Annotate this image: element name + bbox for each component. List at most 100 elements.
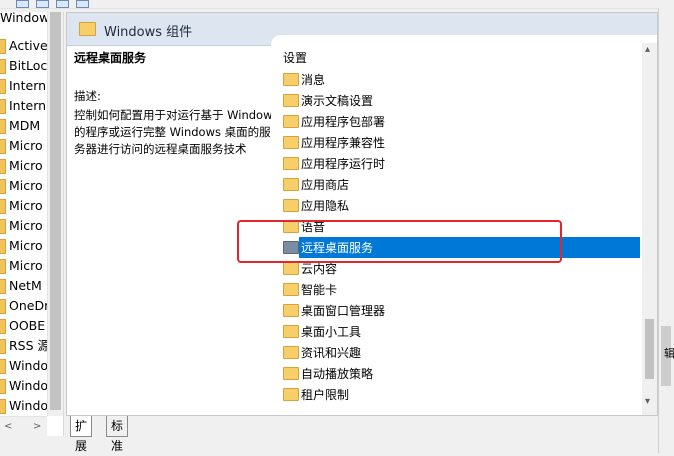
toolbar-icon[interactable] bbox=[56, 0, 69, 8]
folder-icon bbox=[283, 304, 299, 317]
folder-icon bbox=[0, 399, 6, 414]
list-item[interactable]: 桌面窗口管理器 bbox=[283, 300, 641, 321]
scroll-up-icon[interactable]: ▴ bbox=[645, 45, 650, 55]
scrollbar-thumb[interactable] bbox=[645, 319, 654, 379]
description-text: 控制如何配置用于对运行基于 Windows 的程序或运行完整 Windows 桌… bbox=[74, 108, 279, 156]
folder-icon bbox=[283, 283, 299, 296]
tree-item-label: Micro bbox=[9, 238, 43, 253]
tree-item-label: NetM bbox=[9, 278, 42, 293]
scroll-right-icon[interactable]: > bbox=[33, 422, 41, 432]
list-item[interactable]: 应用程序兼容性 bbox=[283, 132, 641, 153]
list-item[interactable]: 消息 bbox=[283, 69, 641, 90]
tree-item-label: Active bbox=[9, 38, 48, 53]
list-item[interactable]: 桌面小工具 bbox=[283, 321, 641, 342]
folder-icon bbox=[283, 220, 299, 233]
folder-icon bbox=[283, 325, 299, 338]
list-item-label: 演示文稿设置 bbox=[301, 94, 374, 108]
tab-standard[interactable]: 标准 bbox=[106, 416, 129, 453]
folder-icon bbox=[0, 99, 6, 114]
list-item[interactable]: 应用隐私 bbox=[283, 195, 641, 216]
list-item[interactable]: 应用程序运行时 bbox=[283, 153, 641, 174]
folder-icon bbox=[283, 178, 299, 191]
description-label: 描述: bbox=[74, 89, 101, 103]
folder-icon bbox=[79, 22, 96, 36]
list-item-label: 桌面窗口管理器 bbox=[301, 304, 386, 318]
folder-icon bbox=[0, 39, 6, 54]
list-item-label: 语音 bbox=[301, 220, 326, 234]
tree-item-label: Micro bbox=[9, 218, 43, 233]
folder-icon bbox=[283, 346, 299, 359]
tree-item-label: Micro bbox=[9, 158, 43, 173]
folder-icon bbox=[0, 139, 6, 154]
folder-icon bbox=[283, 136, 299, 149]
folder-icon bbox=[0, 279, 6, 294]
right-edge-scrollbar[interactable]: 辑 bbox=[658, 8, 674, 453]
list-item-label: 智能卡 bbox=[301, 283, 338, 297]
list-item-label: 应用程序包部署 bbox=[301, 115, 386, 129]
list-item[interactable]: 自动播放策略 bbox=[283, 363, 641, 384]
list-item-label: 消息 bbox=[301, 73, 326, 87]
settings-list: 设置 消息 演示文稿设置 应用程序包部署 应用程序兼容性 应用程序运行时 应用商… bbox=[271, 35, 657, 415]
tree-item-label: Windo bbox=[9, 378, 49, 393]
tree-item-label: Windo bbox=[9, 358, 49, 373]
list-item-label: 应用商店 bbox=[301, 178, 350, 192]
toolbar-strip bbox=[0, 0, 674, 9]
right-edge-label: 辑 bbox=[664, 347, 674, 360]
folder-icon bbox=[0, 339, 6, 354]
column-header-setting[interactable]: 设置 bbox=[283, 49, 307, 66]
folder-icon bbox=[283, 115, 299, 128]
description-panel: 远程桌面服务 描述: 控制如何配置用于对运行基于 Windows 的程序或运行完… bbox=[74, 49, 279, 158]
tree-vertical-scrollbar[interactable] bbox=[47, 12, 63, 416]
tab-extended[interactable]: 扩展 bbox=[70, 416, 93, 453]
list-item[interactable]: 演示文稿设置 bbox=[283, 90, 641, 111]
pane-title: Windows 组件 bbox=[104, 25, 193, 40]
scroll-left-icon[interactable]: < bbox=[4, 422, 12, 432]
folder-icon bbox=[283, 94, 299, 107]
tree-pane: Windows Active BitLoc Intern Intern MDM … bbox=[0, 12, 64, 436]
list-item[interactable]: 资讯和兴趣 bbox=[283, 342, 641, 363]
folder-icon bbox=[0, 119, 6, 134]
list-item[interactable]: 应用程序包部署 bbox=[283, 111, 641, 132]
list-item-label: 自动播放策略 bbox=[301, 367, 374, 381]
folder-icon bbox=[0, 159, 6, 174]
scrollbar-thumb[interactable] bbox=[50, 12, 61, 410]
settings-icon bbox=[283, 241, 299, 254]
tree-item-label: Intern bbox=[9, 78, 47, 93]
folder-icon bbox=[0, 379, 6, 394]
list-item[interactable]: 云内容 bbox=[283, 258, 641, 279]
tree-item-label: Micro bbox=[9, 198, 43, 213]
tree-item-label: Intern bbox=[9, 98, 47, 113]
folder-icon bbox=[283, 388, 299, 401]
toolbar-icon[interactable] bbox=[76, 0, 89, 8]
folder-icon bbox=[0, 219, 6, 234]
tree-item-label: Windo bbox=[9, 398, 49, 413]
scroll-down-icon[interactable]: ▾ bbox=[645, 397, 650, 407]
toolbar-icon[interactable] bbox=[36, 0, 49, 8]
folder-icon bbox=[283, 367, 299, 380]
list-item-label: 云内容 bbox=[301, 262, 338, 276]
folder-icon bbox=[0, 79, 6, 94]
list-item[interactable]: 应用商店 bbox=[283, 174, 641, 195]
toolbar-icon[interactable] bbox=[16, 0, 29, 8]
folder-icon bbox=[283, 157, 299, 170]
tree-item-label: Micro bbox=[9, 258, 43, 273]
list-item[interactable]: 智能卡 bbox=[283, 279, 641, 300]
tree-horizontal-scrollbar[interactable]: < > bbox=[0, 416, 47, 436]
list-item-selected[interactable]: 远程桌面服务 bbox=[283, 237, 641, 258]
folder-icon bbox=[0, 299, 6, 314]
tree-item-label: Micro bbox=[9, 138, 43, 153]
list-item[interactable]: 租户限制 bbox=[283, 384, 641, 405]
list-item[interactable]: 语音 bbox=[283, 216, 641, 237]
tree-item-label: OneDr bbox=[9, 298, 50, 313]
list-vertical-scrollbar[interactable]: ▴ ▾ bbox=[642, 43, 657, 415]
tree-item-label: BitLoc bbox=[9, 58, 48, 73]
list-item-label: 应用隐私 bbox=[301, 199, 350, 213]
list-item-label: 租户限制 bbox=[301, 388, 350, 402]
folder-icon bbox=[0, 259, 6, 274]
folder-icon bbox=[0, 319, 6, 334]
tree-item-label: MDM bbox=[9, 118, 41, 133]
list-item-label: 资讯和兴趣 bbox=[301, 346, 362, 360]
folder-icon bbox=[283, 73, 299, 86]
folder-icon bbox=[283, 262, 299, 275]
main-pane: Windows 组件 远程桌面服务 描述: 控制如何配置用于对运行基于 Wind… bbox=[66, 12, 658, 416]
